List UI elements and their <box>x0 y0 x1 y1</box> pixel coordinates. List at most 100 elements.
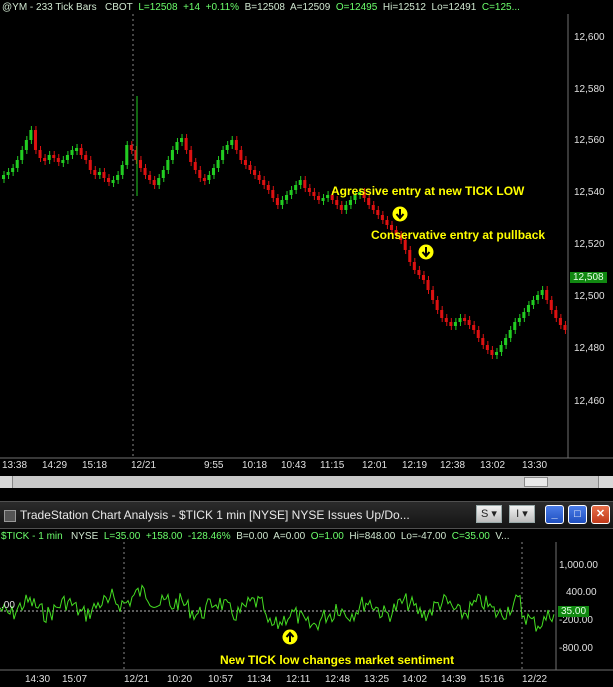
candle-body <box>138 160 142 168</box>
s-toolbar-button[interactable]: S ▾ <box>476 505 502 523</box>
candle-body <box>198 170 202 178</box>
time-axis-label: 12/21 <box>131 460 157 471</box>
candle-body <box>216 160 220 168</box>
candle-body <box>88 160 92 170</box>
candle-body <box>499 345 503 352</box>
i-toolbar-button[interactable]: I ▾ <box>509 505 535 523</box>
horizontal-scrollbar[interactable] <box>0 476 613 488</box>
candle-body <box>61 160 65 163</box>
candle-body <box>545 290 549 300</box>
candle-body <box>476 330 480 338</box>
candle-body <box>148 175 152 180</box>
last-price-tag: 12,508 <box>570 272 607 283</box>
candle-body <box>504 338 508 345</box>
time-axis-label: 13:02 <box>480 460 506 471</box>
candle-body <box>24 140 28 150</box>
candle-body <box>52 155 56 158</box>
candle-body <box>111 180 115 183</box>
candle-body <box>257 175 261 180</box>
tick-window-titlebar[interactable]: TradeStation Chart Analysis - $TICK 1 mi… <box>0 501 613 529</box>
candle-body <box>102 172 106 178</box>
candle-body <box>56 158 60 162</box>
candle-body <box>271 190 275 198</box>
candle-body <box>367 198 371 205</box>
tick-axis-label: 1,000.00 <box>559 560 598 571</box>
tick-low-annotation: New TICK low changes market sentiment <box>220 653 455 667</box>
candle-body <box>143 168 147 175</box>
price-axis-label: 12,480 <box>574 343 605 354</box>
tick-axis-label: 400.00 <box>566 587 597 598</box>
candle-body <box>29 130 33 140</box>
candle-body <box>97 172 101 175</box>
candle-body <box>431 290 435 300</box>
candle-body <box>120 165 124 175</box>
scroll-right-arrow-icon[interactable] <box>598 476 613 488</box>
maximize-button[interactable]: □ <box>568 505 587 524</box>
candle-body <box>193 162 197 170</box>
candle-body <box>549 300 553 310</box>
candle-body <box>65 155 69 160</box>
i-button-label: I <box>516 508 520 520</box>
candle-body <box>513 322 517 330</box>
candle-body <box>526 305 530 312</box>
candle-body <box>106 178 111 182</box>
candle-body <box>294 185 298 190</box>
window-app-icon <box>4 510 16 522</box>
candle-body <box>494 352 499 355</box>
time-axis-label: 12:01 <box>362 460 388 471</box>
candle-body <box>316 196 321 200</box>
candle-body <box>536 295 540 300</box>
candle-body <box>262 180 266 185</box>
candle-body <box>125 145 129 165</box>
candle-body <box>312 192 316 196</box>
candle-body <box>508 330 512 338</box>
price-chart-panel[interactable]: @YM - 233 Tick Bars CBOT L=12508 +14 +0.… <box>0 0 613 476</box>
candle-body <box>33 130 38 150</box>
candle-body <box>202 178 206 181</box>
up-arrow-icon <box>282 629 298 645</box>
candle-body <box>412 262 416 270</box>
close-button[interactable]: ✕ <box>591 505 610 524</box>
candle-body <box>189 150 193 162</box>
candle-body <box>239 150 243 160</box>
time-axis-label: 13:30 <box>522 460 548 471</box>
tick-left-axis-label: .00 <box>1 600 15 611</box>
down-arrow-icon <box>392 206 408 222</box>
tick-time-axis-label: 10:20 <box>167 674 193 685</box>
scroll-thumb[interactable] <box>524 477 548 487</box>
candle-body <box>444 318 448 322</box>
candle-body <box>15 160 19 168</box>
candle-body <box>385 220 389 225</box>
tick-time-axis-label: 12/22 <box>522 674 548 685</box>
candle-body <box>554 310 558 318</box>
candle-body <box>280 200 284 205</box>
candle-body <box>531 300 535 305</box>
tick-time-axis-label: 12:48 <box>325 674 351 685</box>
tick-time-axis-label: 15:07 <box>62 674 88 685</box>
price-axis-label: 12,580 <box>574 84 605 95</box>
time-axis-label: 13:38 <box>2 460 28 471</box>
time-axis-label: 15:18 <box>82 460 108 471</box>
tick-time-axis-label: 11:34 <box>247 674 272 685</box>
candle-body <box>440 310 444 318</box>
price-axis-label: 12,460 <box>574 396 605 407</box>
candle-body <box>517 318 521 322</box>
tick-axis-label: -800.00 <box>559 643 593 654</box>
s-button-label: S <box>481 508 489 520</box>
tick-time-axis-label: 12/21 <box>124 674 150 685</box>
candle-body <box>207 175 211 180</box>
candle-body <box>435 300 439 310</box>
time-axis-label: 10:43 <box>281 460 307 471</box>
candle-body <box>321 198 325 201</box>
price-axis-label: 12,600 <box>574 32 605 43</box>
tick-last-value-tag: 35.00 <box>558 606 590 617</box>
price-axis-label: 12,540 <box>574 187 605 198</box>
scroll-left-arrow-icon[interactable] <box>0 476 13 488</box>
minimize-button[interactable]: _ <box>545 505 564 524</box>
candle-body <box>467 320 471 325</box>
candle-body <box>243 160 247 165</box>
tick-chart-panel[interactable]: $TICK - 1 min NYSE L=35.00 +158.00 -128.… <box>0 528 613 687</box>
candle-body <box>38 150 42 158</box>
candle-body <box>266 185 270 190</box>
candle-body <box>248 165 252 170</box>
